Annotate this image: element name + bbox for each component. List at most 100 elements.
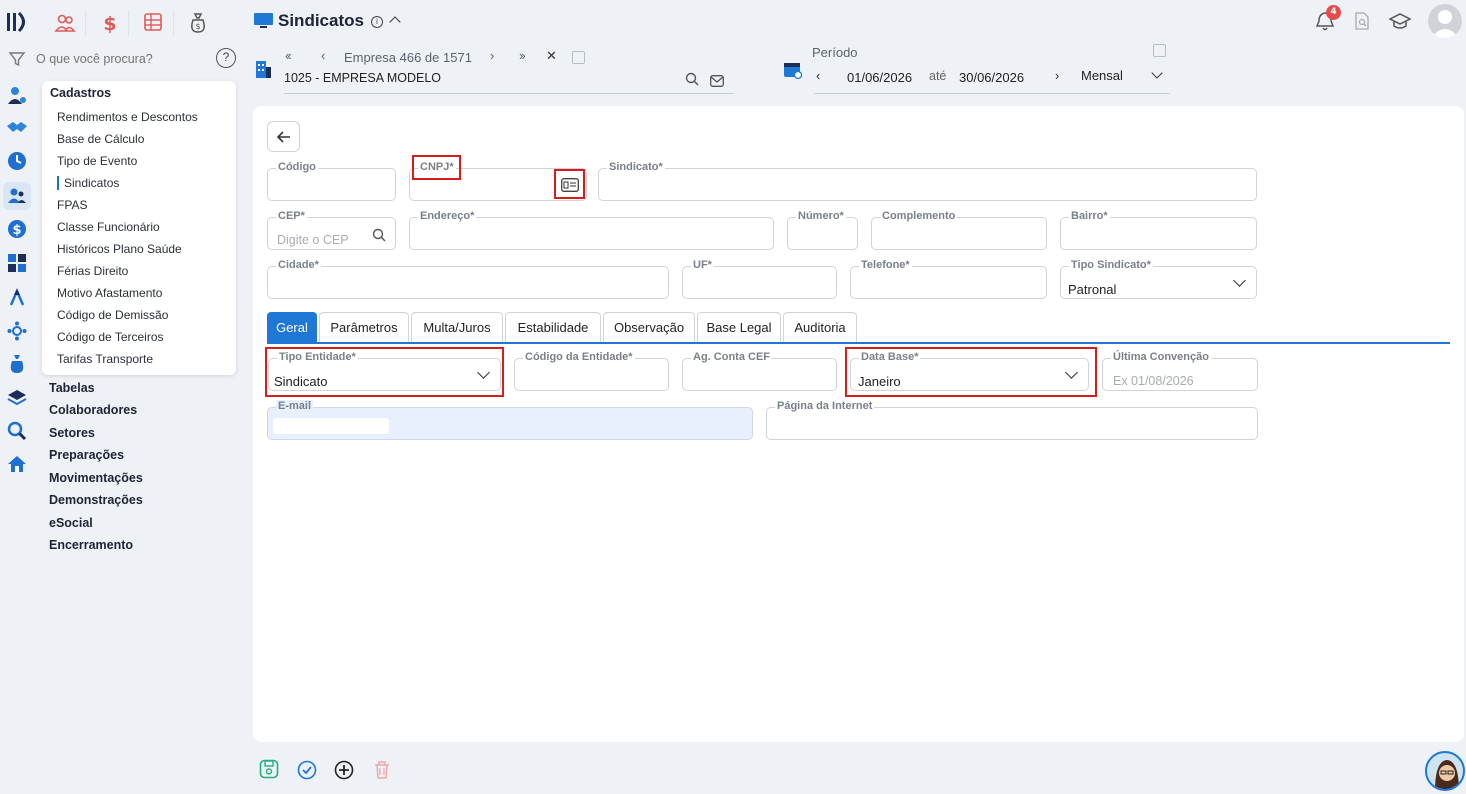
submenu-item-active[interactable]: Sindicatos [57,176,119,190]
nav-setores[interactable]: Setores [49,426,95,440]
dollar-icon[interactable]: $ [97,12,123,36]
search-icon[interactable] [685,71,699,86]
tab-geral[interactable]: Geral [267,312,317,342]
email-autofill-blank [273,418,389,434]
users-settings-icon[interactable] [6,84,28,106]
cep-field[interactable]: CEP* Digite o CEP [267,210,396,250]
cep-placeholder: Digite o CEP [277,233,349,247]
submenu-item[interactable]: Classe Funcionário [57,220,160,234]
tab-estabilidade[interactable]: Estabilidade [505,312,601,342]
numero-label: Número* [796,210,846,222]
codigo-field[interactable]: Código [267,161,396,201]
submenu-item[interactable]: Base de Cálculo [57,132,144,146]
money-bag-icon[interactable]: $ [185,12,211,36]
empresa-name[interactable]: 1025 - EMPRESA MODELO [284,71,441,85]
monitor-icon [254,13,273,30]
empresa-counter: Empresa 466 de 1571 [344,50,472,65]
pagina-internet-field[interactable]: Página da Internet [766,400,1258,440]
submenu-item[interactable]: Código de Terceiros [57,330,164,344]
next-page-icon[interactable]: › [490,48,494,63]
submenu-item[interactable]: Motivo Afastamento [57,286,162,300]
first-page-icon[interactable]: ‹‹ [285,48,292,63]
search-input[interactable] [36,48,206,70]
tab-multa-juros[interactable]: Multa/Juros [411,312,503,342]
cidade-field[interactable]: Cidade* [267,259,669,299]
user-avatar[interactable] [1428,4,1462,38]
date-to[interactable]: 30/06/2026 [959,70,1024,85]
tab-base-legal[interactable]: Base Legal [697,312,781,342]
nav-esocial[interactable]: eSocial [49,516,93,530]
prev-page-icon[interactable]: ‹ [321,48,325,63]
search-icon[interactable] [372,227,386,242]
bairro-field[interactable]: Bairro* [1060,210,1257,250]
tab-auditoria[interactable]: Auditoria [783,312,857,342]
clock-icon[interactable] [6,150,28,172]
submenu-item[interactable]: Férias Direito [57,264,128,278]
next-period-icon[interactable]: › [1055,68,1059,83]
telefone-field[interactable]: Telefone* [850,259,1047,299]
spreadsheet-icon[interactable] [140,12,166,36]
chevron-up-icon[interactable] [389,16,401,28]
delete-button[interactable] [373,760,391,780]
submenu-item[interactable]: Históricos Plano Saúde [57,242,182,256]
email-field[interactable]: E-mail [267,400,753,440]
uf-field[interactable]: UF* [682,259,837,299]
submenu-item[interactable]: Rendimentos e Descontos [57,110,198,124]
submenu-item[interactable]: Tarifas Transporte [57,352,153,366]
nav-demonstracoes[interactable]: Demonstrações [49,493,143,507]
mail-icon[interactable] [710,72,724,87]
tab-observacao[interactable]: Observação [603,312,695,342]
endereco-field[interactable]: Endereço* [409,210,774,250]
prev-period-icon[interactable]: ‹ [816,68,820,83]
app-logo[interactable] [6,10,32,36]
document-search-icon[interactable] [1354,12,1370,30]
complemento-field[interactable]: Complemento [871,210,1047,250]
numero-field[interactable]: Número* [787,210,858,250]
tipo-sindicato-select[interactable]: Tipo Sindicato* Patronal [1060,259,1257,299]
money-bag-blue-icon[interactable] [6,353,28,375]
date-separator: até [929,69,947,83]
dollar-circle-icon[interactable]: $ [6,218,28,240]
handshake-icon[interactable] [6,117,28,139]
add-button[interactable] [334,760,354,780]
growth-icon[interactable] [6,286,28,308]
home-icon[interactable] [6,453,28,475]
assistant-avatar[interactable] [1425,751,1465,791]
nav-colaboradores[interactable]: Colaboradores [49,403,137,417]
help-icon[interactable]: ? [216,48,236,68]
ultima-convencao-field[interactable]: Última Convenção Ex 01/08/2026 [1102,351,1258,391]
last-page-icon[interactable]: ›› [519,48,526,63]
info-icon[interactable]: i [371,16,383,28]
sindicato-field[interactable]: Sindicato* [598,161,1257,201]
nav-movimentacoes[interactable]: Movimentações [49,471,143,485]
nav-encerramento[interactable]: Encerramento [49,538,133,552]
confirm-button[interactable] [297,760,317,780]
network-icon[interactable] [6,320,28,342]
calculator-icon[interactable] [6,252,28,274]
date-from[interactable]: 01/06/2026 [847,70,912,85]
graduation-cap-icon[interactable] [1388,13,1412,31]
periodo-checkbox[interactable] [1153,44,1166,57]
filter-icon[interactable] [8,50,26,68]
close-icon[interactable]: ✕ [546,48,557,64]
save-button[interactable] [259,759,279,779]
layers-icon[interactable] [6,386,28,408]
nav-tabelas[interactable]: Tabelas [49,381,95,395]
codigo-entidade-field[interactable]: Código da Entidade* [514,351,669,391]
magnifier-icon[interactable] [6,420,28,442]
people-icon[interactable] [52,12,78,36]
nav-preparacoes[interactable]: Preparações [49,448,124,462]
empresa-checkbox[interactable] [572,51,585,64]
tipo-sindicato-value: Patronal [1068,282,1117,297]
ag-conta-cef-field[interactable]: Ag. Conta CEF [682,351,837,391]
submenu-cadastros: Cadastros Rendimentos e Descontos Base d… [42,81,236,375]
bairro-label: Bairro* [1069,210,1110,222]
tab-parametros[interactable]: Parâmetros [319,312,409,342]
back-button[interactable] [267,121,300,152]
chevron-down-icon[interactable] [1151,67,1163,79]
submenu-item[interactable]: Tipo de Evento [57,154,137,168]
contacts-icon[interactable] [3,182,31,210]
submenu-item[interactable]: Código de Demissão [57,308,168,322]
periodicidade-select[interactable]: Mensal [1081,68,1123,83]
submenu-item[interactable]: FPAS [57,198,87,212]
